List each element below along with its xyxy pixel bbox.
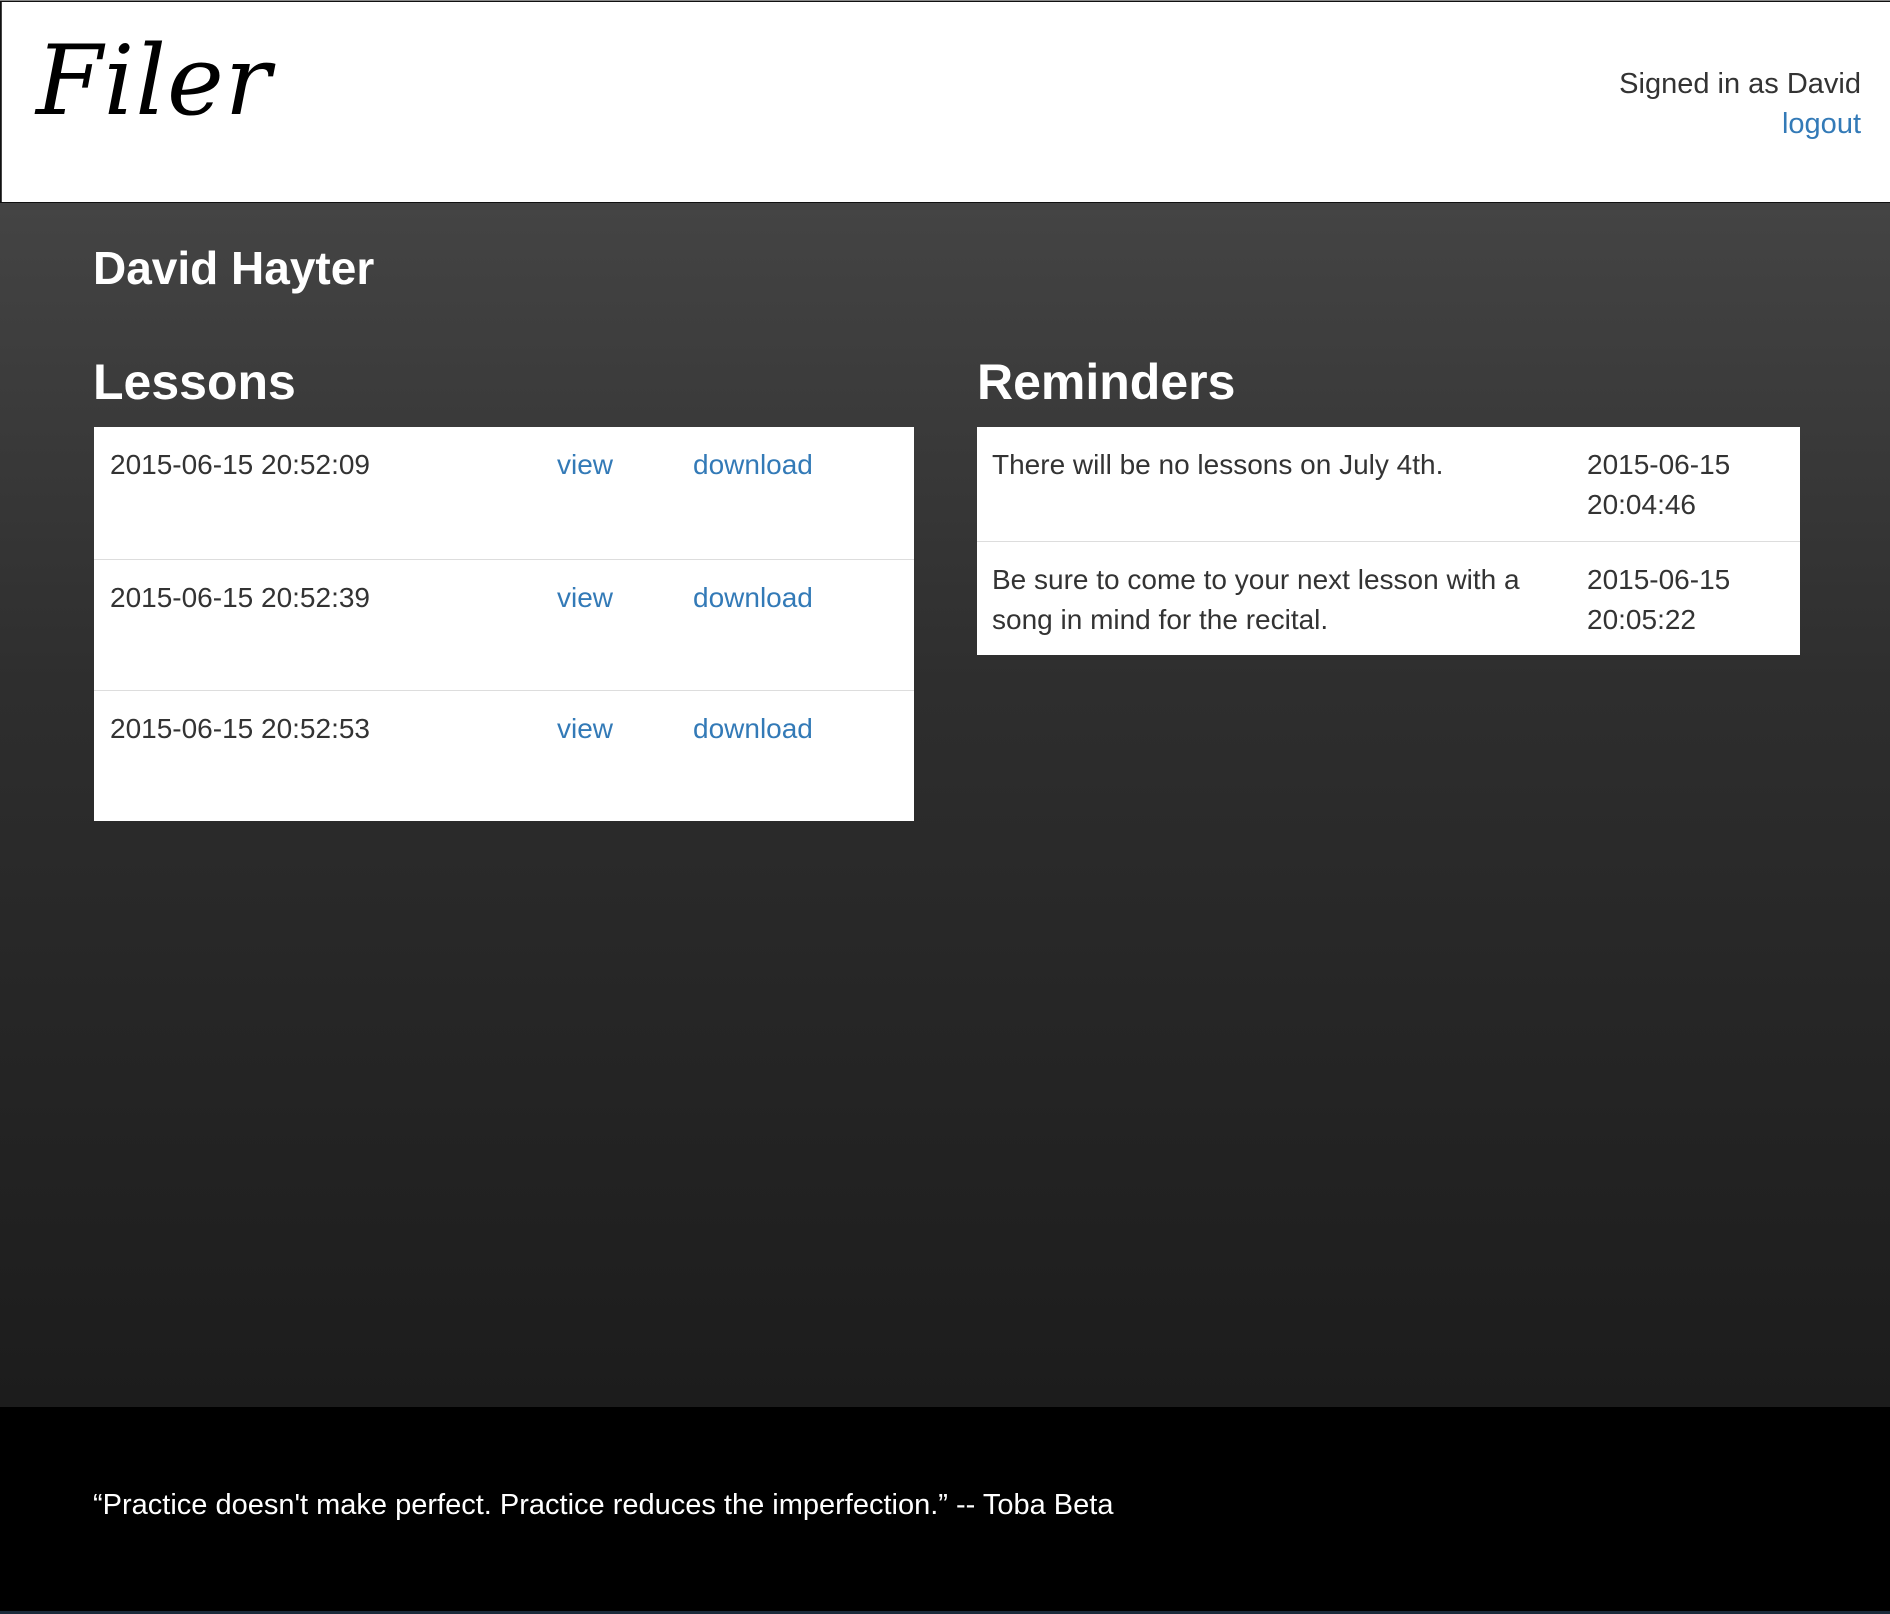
user-box: Signed in as David logout	[1619, 64, 1861, 144]
lessons-heading: Lessons	[93, 354, 296, 410]
reminder-date: 2015-06-15 20:05:22	[1587, 560, 1757, 640]
lesson-date: 2015-06-15 20:52:09	[110, 449, 370, 480]
reminder-row: There will be no lessons on July 4th. 20…	[977, 427, 1800, 541]
page: Filer Signed in as David logout David Ha…	[0, 0, 1890, 1614]
download-link[interactable]: download	[693, 578, 813, 618]
reminders-table: There will be no lessons on July 4th. 20…	[977, 427, 1800, 655]
lessons-table: 2015-06-15 20:52:09 view download 2015-0…	[94, 427, 914, 821]
reminder-date: 2015-06-15 20:04:46	[1587, 445, 1757, 525]
reminders-heading: Reminders	[977, 354, 1236, 410]
reminder-date-time: 20:04:46	[1587, 489, 1696, 520]
student-name: David Hayter	[93, 242, 375, 294]
signed-in-label: Signed in as David	[1619, 68, 1861, 100]
lesson-row: 2015-06-15 20:52:39 view download	[94, 559, 914, 690]
view-link[interactable]: view	[557, 578, 613, 618]
lesson-row: 2015-06-15 20:52:53 view download	[94, 690, 914, 821]
download-link[interactable]: download	[693, 709, 813, 749]
reminder-date-day: 2015-06-15	[1587, 449, 1731, 480]
filer-logo[interactable]: Filer	[36, 24, 272, 139]
footer-quote: “Practice doesn't make perfect. Practice…	[93, 1489, 1114, 1521]
reminder-text: There will be no lessons on July 4th.	[992, 449, 1444, 480]
download-link[interactable]: download	[693, 445, 813, 485]
reminder-date-day: 2015-06-15	[1587, 564, 1731, 595]
logout-link[interactable]: logout	[1619, 104, 1861, 144]
lesson-row: 2015-06-15 20:52:09 view download	[94, 427, 914, 559]
site-footer: “Practice doesn't make perfect. Practice…	[0, 1407, 1890, 1611]
main-content: David Hayter Lessons Reminders 2015-06-1…	[0, 203, 1890, 1407]
reminder-date-time: 20:05:22	[1587, 604, 1696, 635]
view-link[interactable]: view	[557, 709, 613, 749]
reminder-row: Be sure to come to your next lesson with…	[977, 541, 1800, 655]
site-header: Filer Signed in as David logout	[1, 2, 1890, 202]
view-link[interactable]: view	[557, 445, 613, 485]
lesson-date: 2015-06-15 20:52:39	[110, 582, 370, 613]
lesson-date: 2015-06-15 20:52:53	[110, 713, 370, 744]
reminder-text: Be sure to come to your next lesson with…	[992, 564, 1520, 635]
